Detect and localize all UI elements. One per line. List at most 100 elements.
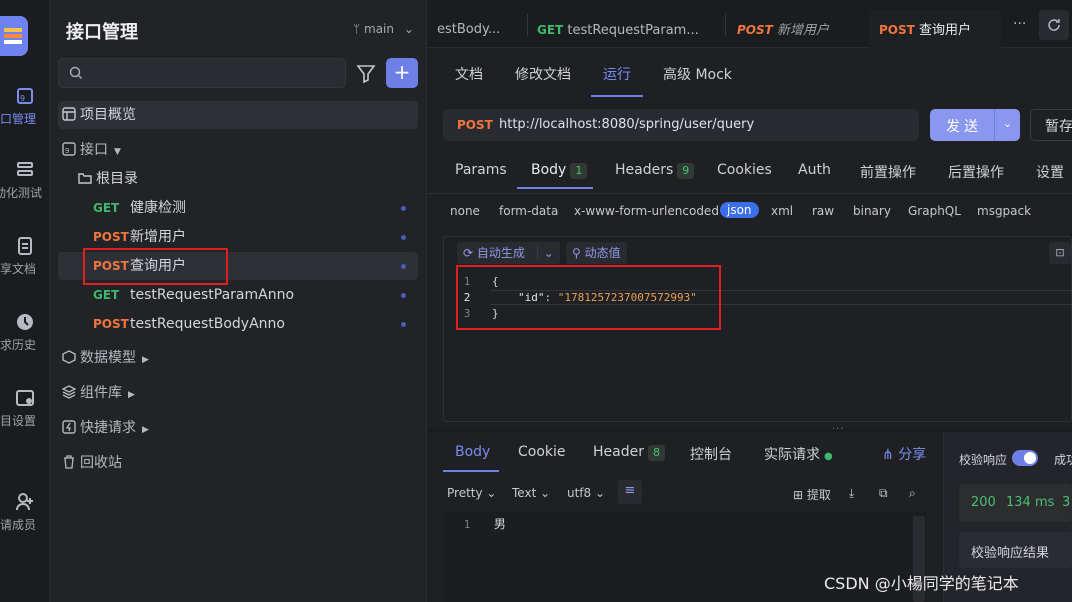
tab-label: 设置 <box>1036 165 1064 181</box>
endpoint-item[interactable]: POST 新增用户 <box>58 223 418 251</box>
type-select[interactable]: Text ⌄ <box>512 486 550 500</box>
endpoint-item[interactable]: GET 健康检测 <box>58 194 418 222</box>
more-tabs-button[interactable]: ··· <box>1013 16 1026 32</box>
tree-item-data-model[interactable]: 数据模型 ▶ <box>58 344 418 372</box>
body-type-urlencoded[interactable]: x-www-form-urlencoded <box>574 204 719 218</box>
validate-toggle[interactable] <box>1012 450 1038 466</box>
add-button[interactable]: + <box>386 58 418 88</box>
subtab-edit-doc[interactable]: 修改文档 <box>515 64 571 84</box>
send-button[interactable]: 发送 ⌄ <box>930 109 1020 141</box>
rail-item-settings[interactable]: 目设置 <box>0 388 50 429</box>
subtab-advanced-mock[interactable]: 高级 Mock <box>663 64 732 84</box>
search-icon[interactable]: ⌕ <box>909 486 916 501</box>
tab-pre-ops[interactable]: 前置操作 <box>860 162 916 182</box>
response-tab-header[interactable]: Header 8 <box>593 444 665 461</box>
branch-selector[interactable]: ᛘ main ⌄ <box>353 22 414 36</box>
response-text: 男 <box>493 517 506 531</box>
expand-icon[interactable]: ⊡ <box>1049 242 1071 264</box>
copy-icon[interactable]: ⧉ <box>879 486 888 501</box>
rail-item-api[interactable]: 9 口管理 <box>0 86 50 127</box>
encoding-select[interactable]: utf8 ⌄ <box>567 486 605 500</box>
app-logo[interactable] <box>0 16 28 56</box>
chevron-down-icon[interactable]: ⌄ <box>994 109 1020 141</box>
response-tab-cookie[interactable]: Cookie <box>518 444 566 460</box>
select-value: Text <box>512 486 537 500</box>
save-button[interactable]: 暂存 <box>1030 109 1072 141</box>
tree-label: 组件库 <box>80 385 122 401</box>
tab-auth[interactable]: Auth <box>798 162 831 178</box>
button-label: 提取 <box>806 488 831 502</box>
download-icon[interactable]: ⤓ <box>849 486 854 501</box>
method-select[interactable]: POST <box>457 118 493 132</box>
tab-settings[interactable]: 设置 <box>1036 162 1064 182</box>
body-type-raw[interactable]: raw <box>812 204 834 218</box>
response-tab-actual-request[interactable]: 实际请求 ● <box>764 444 833 464</box>
api-folder-icon: 9 <box>62 142 76 156</box>
rail-item-history[interactable]: 求历史 <box>0 312 50 353</box>
dynamic-value-button[interactable]: ⚲ 动态值 <box>566 242 627 264</box>
wrap-lines-icon[interactable]: ≡ <box>618 480 642 504</box>
body-type-binary[interactable]: binary <box>853 204 891 218</box>
overview-icon <box>62 107 76 121</box>
body-type-none[interactable]: none <box>450 204 480 218</box>
tab-test-body[interactable]: estBody... <box>427 10 527 48</box>
auto-generate-button[interactable]: ⟳ 自动生成 ⌄ <box>457 242 560 264</box>
tab-test-request-param[interactable]: GET testRequestParam... <box>527 10 727 48</box>
refresh-icon: ⟳ <box>463 246 474 260</box>
select-value: utf8 <box>567 486 592 500</box>
tab-query-user[interactable]: POST 查询用户 <box>869 10 1001 48</box>
rail-item-automation[interactable]: 动化测试 <box>0 160 50 201</box>
filter-icon[interactable] <box>354 60 378 86</box>
refresh-button[interactable] <box>1039 10 1069 40</box>
validate-label: 校验响应 <box>959 453 1008 467</box>
response-tab-body[interactable]: Body <box>455 444 490 460</box>
tree-item-quick-request[interactable]: 快捷请求 ▶ <box>58 414 418 442</box>
api-icon: 9 <box>17 88 33 104</box>
tab-label: testRequestParam... <box>567 23 699 38</box>
tab-label: Header <box>593 444 644 460</box>
tree-item-overview[interactable]: 项目概览 <box>58 101 418 129</box>
tab-params[interactable]: Params <box>455 162 507 178</box>
tree-item-components[interactable]: 组件库 ▶ <box>58 379 418 407</box>
body-type-graphql[interactable]: GraphQL <box>908 204 961 218</box>
status-code: 200 <box>971 495 996 510</box>
tab-post-ops[interactable]: 后置操作 <box>948 162 1004 182</box>
drag-grip-icon[interactable]: ··· <box>832 424 845 435</box>
tree-item-recycle-bin[interactable]: 回收站 <box>58 449 418 477</box>
endpoint-item[interactable]: GET testRequestParamAnno <box>58 281 418 309</box>
search-input[interactable] <box>89 59 329 87</box>
endpoint-name: testRequestBodyAnno <box>130 316 285 332</box>
tree-folder-root[interactable]: 根目录 <box>58 165 418 193</box>
tab-add-user[interactable]: POST 新增用户 <box>727 10 867 48</box>
watermark: CSDN @小楊同学的笔记本 <box>824 574 1019 593</box>
body-type-xml[interactable]: xml <box>771 204 793 218</box>
subtab-doc[interactable]: 文档 <box>455 64 483 84</box>
rail-item-invite[interactable]: 请成员 <box>0 492 50 533</box>
method-badge: GET <box>93 201 120 215</box>
body-type-form-data[interactable]: form-data <box>499 204 558 218</box>
endpoint-item[interactable]: POST testRequestBodyAnno <box>58 310 418 338</box>
tab-body[interactable]: Body 1 <box>531 162 588 179</box>
url-bar[interactable]: POST http://localhost:8080/spring/user/q… <box>443 109 919 141</box>
rail-label: 求历史 <box>0 338 36 352</box>
tab-label: Headers <box>615 162 674 178</box>
svg-text:9: 9 <box>65 147 69 155</box>
format-select[interactable]: Pretty ⌄ <box>447 486 496 500</box>
tab-headers[interactable]: Headers 9 <box>615 162 695 179</box>
tree-folder-api[interactable]: 9 接口 ▼ <box>58 136 418 164</box>
share-button[interactable]: ⋔ 分享 <box>882 444 926 464</box>
doc-share-icon <box>18 237 32 255</box>
tab-cookies[interactable]: Cookies <box>717 162 772 178</box>
body-type-msgpack[interactable]: msgpack <box>977 204 1031 218</box>
response-tab-console[interactable]: 控制台 <box>690 444 732 464</box>
magic-wand-icon: ⚲ <box>572 246 581 260</box>
url-input[interactable]: http://localhost:8080/spring/user/query <box>499 117 754 132</box>
button-label: 自动生成 <box>476 246 525 260</box>
history-icon <box>17 314 33 330</box>
extract-button[interactable]: ⊞ 提取 <box>793 486 831 503</box>
chevron-down-icon[interactable]: ⌄ <box>536 246 554 260</box>
body-type-json[interactable]: json <box>720 202 759 218</box>
rail-item-shared-docs[interactable]: 享文档 <box>0 236 50 277</box>
validation-result[interactable]: 校验响应结果 <box>959 532 1072 568</box>
subtab-run[interactable]: 运行 <box>603 64 631 84</box>
